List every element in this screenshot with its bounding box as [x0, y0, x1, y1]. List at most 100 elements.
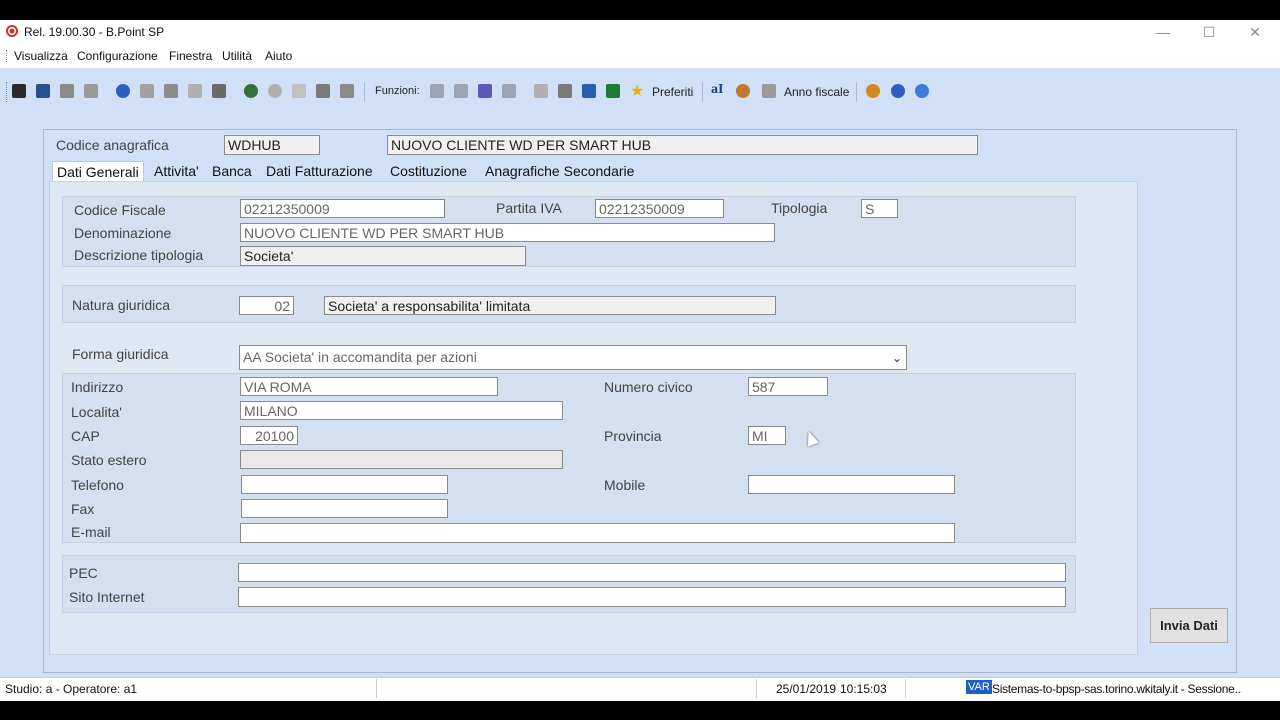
natura-giuridica-code-field[interactable]: 02 — [239, 296, 294, 315]
globe-icon[interactable] — [244, 84, 258, 98]
help-icon[interactable] — [116, 84, 130, 98]
font-icon[interactable]: aI — [711, 82, 723, 98]
delete-icon[interactable] — [60, 84, 74, 98]
tab-anagrafiche-secondarie[interactable]: Anagrafiche Secondarie — [481, 161, 638, 181]
excel-icon[interactable] — [606, 84, 620, 98]
calculator-icon[interactable] — [212, 84, 226, 98]
email-field[interactable] — [240, 523, 955, 543]
sito-internet-field[interactable] — [238, 587, 1066, 607]
forma-giuridica-label: Forma giuridica — [72, 346, 169, 362]
save-icon[interactable] — [36, 84, 50, 98]
stato-estero-field[interactable] — [240, 450, 563, 469]
star-icon[interactable]: ★ — [630, 81, 644, 101]
close-icon[interactable]: ✕ — [1232, 20, 1278, 44]
exit-icon[interactable] — [12, 84, 26, 98]
calendar-icon[interactable] — [558, 84, 572, 98]
localita-field[interactable]: MILANO — [240, 401, 563, 420]
tab-costituzione[interactable]: Costituzione — [386, 161, 471, 181]
anno-fiscale-label[interactable]: Anno fiscale — [784, 85, 849, 99]
pec-field[interactable] — [238, 563, 1066, 582]
function-f8-icon[interactable] — [454, 84, 468, 98]
toolbar-separator-3 — [856, 82, 857, 102]
chevron-down-icon[interactable]: ⌄ — [892, 349, 902, 367]
stato-estero-label: Stato estero — [71, 452, 147, 468]
telefono-label: Telefono — [71, 477, 124, 493]
function-f9-icon[interactable] — [478, 84, 492, 98]
stack-icon[interactable] — [316, 84, 330, 98]
telefono-field[interactable] — [241, 475, 448, 494]
natura-giuridica-description-field[interactable]: Societa' a responsabilita' limitata — [324, 296, 776, 315]
address-group — [62, 373, 1076, 543]
info-icon[interactable] — [140, 84, 154, 98]
menu-utilita[interactable]: Utilità — [222, 49, 252, 63]
tab-attivita[interactable]: Attivita' — [150, 161, 203, 181]
menu-visualizza[interactable]: Visualizza — [14, 49, 68, 63]
toolbar-separator — [364, 82, 365, 102]
menu-configurazione[interactable]: Configurazione — [77, 49, 158, 63]
partita-iva-field[interactable]: 02212350009 — [595, 199, 724, 218]
codice-anagrafica-field[interactable]: WDHUB — [224, 135, 320, 155]
status-time: 10:15:03 — [840, 682, 887, 696]
print-icon[interactable] — [84, 84, 98, 98]
denominazione-field[interactable]: NUOVO CLIENTE WD PER SMART HUB — [240, 223, 775, 242]
cap-label: CAP — [71, 428, 100, 444]
funzioni-label: Funzioni: — [375, 85, 420, 97]
sito-internet-label: Sito Internet — [69, 589, 145, 605]
info-circle-icon[interactable] — [891, 84, 905, 98]
status-separator-3 — [905, 679, 906, 698]
partita-iva-label: Partita IVA — [496, 200, 562, 216]
provincia-label: Provincia — [604, 428, 662, 444]
function-f11-icon[interactable] — [502, 84, 516, 98]
menu-finestra[interactable]: Finestra — [169, 49, 212, 63]
mobile-field[interactable] — [748, 475, 955, 494]
window-title: Rel. 19.00.30 - B.Point SP — [24, 25, 165, 39]
disk-icon[interactable] — [268, 84, 282, 98]
numero-civico-field[interactable]: 587 — [748, 377, 828, 396]
user-icon[interactable] — [866, 84, 880, 98]
codice-anagrafica-label: Codice anagrafica — [56, 137, 169, 153]
toolbar-separator-2 — [702, 82, 703, 102]
localita-label: Localita' — [71, 404, 122, 420]
ragione-sociale-field[interactable]: NUOVO CLIENTE WD PER SMART HUB — [387, 135, 978, 155]
var-badge: VAR — [966, 680, 992, 694]
status-session: Sistemas-to-bpsp-sas.torino.wkitaly.it -… — [992, 682, 1242, 696]
function-f7-icon[interactable] — [430, 84, 444, 98]
fax-label: Fax — [71, 501, 95, 517]
indirizzo-field[interactable]: VIA ROMA — [240, 377, 498, 396]
indirizzo-label: Indirizzo — [71, 379, 124, 395]
preferiti-label[interactable]: Preferiti — [652, 85, 693, 99]
numero-civico-label: Numero civico — [604, 379, 693, 395]
status-studio-operatore: Studio: a - Operatore: a1 — [5, 682, 138, 696]
codice-fiscale-field[interactable]: 02212350009 — [240, 199, 445, 218]
document-icon[interactable] — [188, 84, 202, 98]
descrizione-tipologia-field[interactable]: Societa' — [240, 246, 526, 266]
maximize-icon[interactable]: ☐ — [1186, 20, 1232, 44]
toolbar-grip — [6, 82, 9, 102]
word-icon[interactable] — [582, 84, 596, 98]
fax-field[interactable] — [241, 499, 448, 518]
forma-giuridica-select[interactable]: AA Societa' in accomandita per azioni ⌄ — [239, 345, 907, 370]
tab-banca[interactable]: Banca — [208, 161, 256, 181]
status-separator — [376, 679, 377, 698]
email-label: E-mail — [71, 524, 111, 540]
cap-field[interactable]: 20100 — [240, 426, 298, 445]
tab-dati-fatturazione[interactable]: Dati Fatturazione — [262, 161, 377, 181]
tag-icon[interactable] — [340, 84, 354, 98]
denominazione-label: Denominazione — [74, 225, 172, 241]
palette-icon[interactable] — [736, 84, 750, 98]
forma-giuridica-selected-value: AA Societa' in accomandita per azioni — [243, 349, 477, 365]
minimize-icon[interactable]: — — [1140, 20, 1186, 44]
title-bar: Rel. 19.00.30 - B.Point SP — ☐ ✕ — [0, 20, 1280, 44]
invia-dati-button[interactable]: Invia Dati — [1150, 608, 1228, 643]
menu-aiuto[interactable]: Aiuto — [265, 49, 292, 63]
mail-icon[interactable] — [534, 84, 548, 98]
web-icon[interactable] — [915, 84, 929, 98]
tipologia-field[interactable]: S — [861, 199, 898, 218]
database-icon[interactable] — [164, 84, 178, 98]
provincia-field[interactable]: MI — [748, 426, 786, 445]
grid-icon[interactable] — [762, 84, 776, 98]
app-logo-icon — [6, 25, 18, 37]
tab-dati-generali[interactable]: Dati Generali — [52, 161, 144, 182]
page-icon[interactable] — [292, 84, 306, 98]
tipologia-label: Tipologia — [771, 200, 828, 216]
